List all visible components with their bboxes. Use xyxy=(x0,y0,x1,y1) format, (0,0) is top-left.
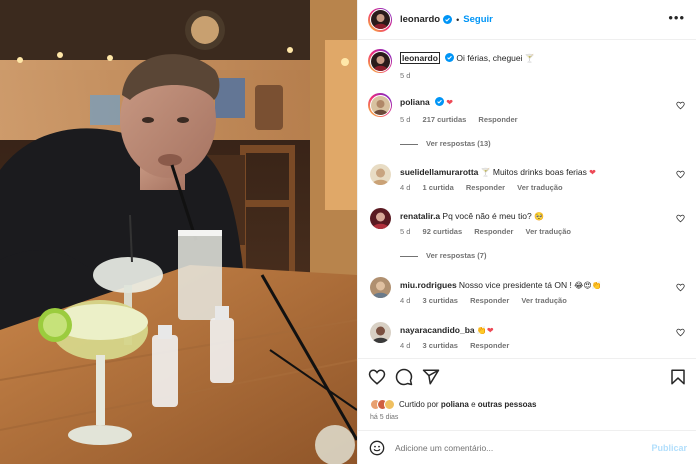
liked-by-joiner: e xyxy=(471,400,476,409)
reply-button[interactable]: Responder xyxy=(466,183,505,192)
commenter-username[interactable]: poliana xyxy=(400,97,430,107)
comment-input[interactable] xyxy=(395,442,635,453)
translate-button[interactable]: Ver tradução xyxy=(526,227,571,236)
caption-avatar[interactable] xyxy=(368,49,392,73)
comment-emoji: 😂😍👏 xyxy=(574,281,602,290)
comment-text: Pq você não é meu tio? xyxy=(442,211,532,221)
commenter-avatar[interactable] xyxy=(370,208,391,229)
liked-by-prefix: Curtido por xyxy=(399,400,439,409)
comment-meta: 4 d 3 curtidas Responder xyxy=(400,341,519,350)
view-replies-button[interactable]: Ver respostas (13) xyxy=(400,139,491,148)
reply-button[interactable]: Responder xyxy=(470,341,509,350)
liked-by-user[interactable]: poliana xyxy=(441,400,469,409)
like-comment-heart-icon[interactable] xyxy=(676,101,685,110)
like-comment-heart-icon[interactable] xyxy=(676,328,685,337)
commenter-username[interactable]: nayaracandido_ba xyxy=(400,325,475,335)
reply-button[interactable]: Responder xyxy=(478,115,517,124)
verified-icon xyxy=(445,53,455,62)
caption-emoji: 🍸 xyxy=(524,54,535,63)
post-date: há 5 dias xyxy=(370,414,399,421)
comment-emoji: 👏❤ xyxy=(476,326,494,335)
comment-meta: 4 d 1 curtida Responder Ver tradução xyxy=(400,183,573,192)
comment-likes[interactable]: 92 curtidas xyxy=(423,227,463,236)
commenter-avatar[interactable] xyxy=(370,164,391,185)
caption-text: Oi férias, cheguei xyxy=(456,53,523,63)
comment-likes[interactable]: 3 curtidas xyxy=(423,296,458,305)
author-username[interactable]: leonardo xyxy=(400,14,440,25)
verified-icon xyxy=(435,97,444,106)
comment-meta: 5 d 92 curtidas Responder Ver tradução xyxy=(400,227,581,236)
comments-list[interactable]: leonardo Oi férias, cheguei 🍸 5 d polian… xyxy=(358,40,696,358)
comment-age: 5 d xyxy=(400,115,411,124)
header-separator: • xyxy=(456,14,460,25)
comment-text: Muitos drinks boas ferias xyxy=(492,167,587,177)
like-comment-heart-icon[interactable] xyxy=(676,214,685,223)
comment-meta: 5 d 217 curtidas Responder xyxy=(400,115,528,124)
commenter-username[interactable]: renatalir.a xyxy=(400,211,440,221)
post-photo[interactable] xyxy=(0,0,357,464)
add-comment-bar: Publicar xyxy=(358,430,696,464)
comment-emoji: 🥺 xyxy=(533,212,544,221)
like-comment-heart-icon[interactable] xyxy=(676,170,685,179)
comment-age: 4 d xyxy=(400,183,411,192)
comment-meta: 4 d 3 curtidas Responder Ver tradução xyxy=(400,296,577,305)
translate-button[interactable]: Ver tradução xyxy=(521,296,566,305)
heart-icon[interactable] xyxy=(368,368,386,386)
post-actions: Curtido por poliana e outras pessoas há … xyxy=(358,358,696,428)
commenter-avatar[interactable] xyxy=(370,322,391,343)
caption-age: 5 d xyxy=(400,71,411,80)
like-comment-heart-icon[interactable] xyxy=(676,283,685,292)
liked-by-others[interactable]: outras pessoas xyxy=(478,400,537,409)
instagram-post-view: leonardo • Seguir ••• leonardo Oi férias… xyxy=(0,0,696,464)
caption-username[interactable]: leonardo xyxy=(400,52,440,64)
comment-emoji: ❤ xyxy=(589,168,596,177)
comment-likes[interactable]: 3 curtidas xyxy=(423,341,458,350)
follow-button[interactable]: Seguir xyxy=(463,14,493,25)
post-photo-image xyxy=(0,0,357,464)
liker-avatar xyxy=(384,399,395,410)
comment-age: 5 d xyxy=(400,227,411,236)
bookmark-icon[interactable] xyxy=(669,368,687,386)
emoji-icon[interactable] xyxy=(369,440,385,456)
share-icon[interactable] xyxy=(422,368,440,386)
commenter-username[interactable]: miu.rodrigues xyxy=(400,280,457,290)
comment-likes[interactable]: 217 curtidas xyxy=(423,115,467,124)
commenter-avatar[interactable] xyxy=(370,277,391,298)
more-options-icon[interactable]: ••• xyxy=(668,11,685,24)
liked-by-summary[interactable]: Curtido por poliana e outras pessoas xyxy=(370,399,536,410)
comment-age: 4 d xyxy=(400,341,411,350)
author-avatar[interactable] xyxy=(368,7,392,32)
view-replies-button[interactable]: Ver respostas (7) xyxy=(400,251,486,260)
reply-button[interactable]: Responder xyxy=(470,296,509,305)
post-side-panel: leonardo • Seguir ••• leonardo Oi férias… xyxy=(357,0,696,464)
commenter-avatar[interactable] xyxy=(368,93,392,117)
comment-age: 4 d xyxy=(400,296,411,305)
verified-icon xyxy=(443,15,453,24)
publish-button[interactable]: Publicar xyxy=(651,443,687,453)
reply-button[interactable]: Responder xyxy=(474,227,513,236)
comment-text: Nosso vice presidente tá ON ! xyxy=(458,280,572,290)
comment-emoji: ❤ xyxy=(446,98,453,107)
comment-lead-emoji: 🍸 xyxy=(480,168,491,177)
commenter-username[interactable]: suelidellamurarotta xyxy=(400,167,478,177)
comment-icon[interactable] xyxy=(395,368,413,386)
post-header: leonardo • Seguir ••• xyxy=(358,0,696,40)
comment-likes[interactable]: 1 curtida xyxy=(423,183,454,192)
translate-button[interactable]: Ver tradução xyxy=(517,183,562,192)
